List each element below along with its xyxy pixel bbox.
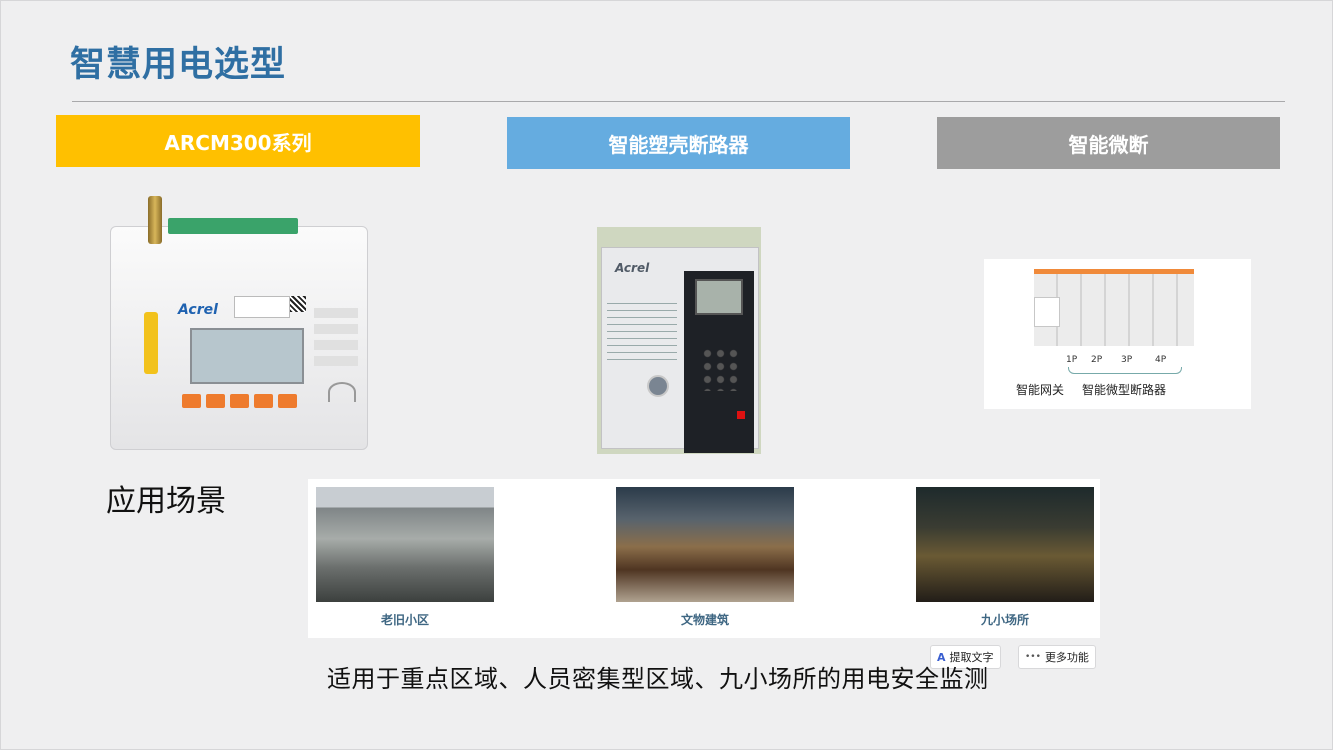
scene-caption: 文物建筑 bbox=[680, 613, 729, 627]
side-sticker bbox=[144, 312, 158, 374]
category-label: 智能塑壳断路器 bbox=[608, 132, 749, 157]
device-buttons bbox=[182, 394, 297, 408]
wireless-icon bbox=[328, 382, 356, 402]
page-title: 智慧用电选型 bbox=[70, 45, 287, 85]
scene-caption: 老旧小区 bbox=[380, 613, 429, 627]
molded-case-breaker-image: Acrel bbox=[597, 227, 761, 454]
device-lcd bbox=[190, 328, 304, 384]
category-micro-breaker: 智能微断 bbox=[937, 117, 1280, 169]
pole-label: 3P bbox=[1121, 355, 1133, 365]
category-molded-case-breaker: 智能塑壳断路器 bbox=[507, 117, 850, 169]
qr-code bbox=[290, 296, 306, 312]
application-description: 适用于重点区域、人员密集型区域、九小场所的用电安全监测 bbox=[327, 665, 989, 693]
pole-label: 2P bbox=[1091, 355, 1103, 365]
scene-heading: 应用场景 bbox=[106, 484, 226, 519]
arcm300-device-image: Acrel bbox=[108, 196, 370, 460]
scene-photo-old-community bbox=[316, 487, 494, 602]
breaker-brand: Acrel bbox=[615, 261, 650, 275]
pole-brace bbox=[1068, 367, 1182, 374]
pole-label: 1P bbox=[1066, 355, 1078, 365]
scene-photo-heritage-building bbox=[616, 487, 794, 602]
scene-gallery: 老旧小区 文物建筑 九小场所 bbox=[308, 479, 1100, 638]
breaker-screen bbox=[695, 279, 743, 315]
category-arcm300: ARCM300系列 bbox=[56, 115, 420, 167]
category-label: 智能微断 bbox=[1068, 132, 1149, 157]
micro-breaker-caption: 智能微型断路器 bbox=[1082, 383, 1167, 397]
pole-label: 4P bbox=[1155, 355, 1167, 365]
indicator-leds bbox=[314, 308, 358, 372]
gateway-caption: 智能网关 bbox=[1016, 383, 1065, 397]
breaker-keypad bbox=[701, 347, 741, 391]
scene-caption: 九小场所 bbox=[980, 613, 1029, 627]
more-icon: ••• bbox=[1025, 652, 1041, 662]
title-divider bbox=[72, 101, 1285, 102]
antenna bbox=[148, 196, 162, 244]
breaker-red-switch bbox=[737, 411, 745, 419]
more-features-label: 更多功能 bbox=[1044, 651, 1089, 664]
breaker-spec-text bbox=[607, 303, 677, 363]
gateway-module bbox=[1034, 297, 1060, 327]
scene-photo-small-venues bbox=[916, 487, 1094, 602]
device-label bbox=[234, 296, 290, 318]
device-brand: Acrel bbox=[178, 302, 218, 318]
category-label: ARCM300系列 bbox=[164, 130, 312, 155]
terminal-strip bbox=[168, 218, 298, 234]
micro-breaker-image: 1P 2P 3P 4P 智能网关 智能微型断路器 bbox=[984, 259, 1251, 409]
breaker-knob bbox=[647, 375, 669, 397]
more-features-button[interactable]: ••• 更多功能 bbox=[1018, 645, 1096, 669]
